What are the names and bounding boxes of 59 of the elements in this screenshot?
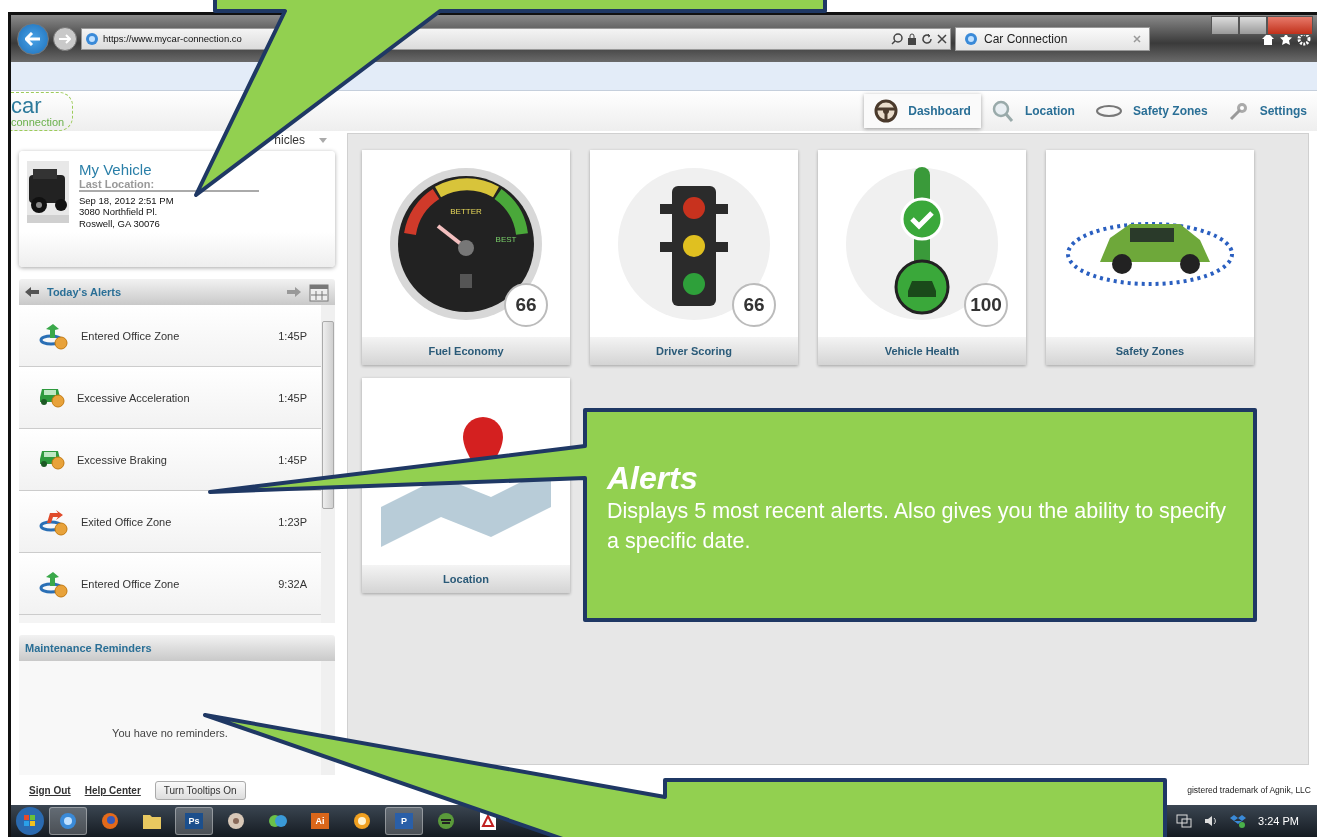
taskbar-button[interactable]: P [385,807,423,835]
nav-tab[interactable]: Location [980,94,1085,128]
clock: 3:24 PM [1258,815,1299,827]
location-text: Roswell, GA 30076 [79,217,161,230]
app-icon[interactable]: P [395,813,413,829]
nav-tab[interactable]: Dashboard [864,94,981,128]
logo-text: connection [11,116,65,128]
vehicle-name: My Vehicle [79,161,153,178]
alert-time: 1:45P [278,391,307,404]
tile-label: Location [362,565,570,593]
taskbar-button[interactable]: Ps [175,807,213,835]
footer-link[interactable]: Sign Out [29,784,71,796]
tab-title: Car Connection [984,31,1069,46]
score-badge: 66 [504,283,548,327]
alert-time: 1:45P [278,453,307,466]
alert-label: Entered Office Zone [81,329,181,342]
tile-label: Safety Zones [1046,337,1254,365]
alert-row[interactable]: Exited Office Zone 1:23P [19,491,321,553]
gauge-label: BEST [495,234,517,244]
panel-title: Today's Alerts [47,286,123,298]
vehicle-dropdown[interactable]: hicles [19,131,335,149]
app-icon[interactable]: Ai [311,813,329,829]
tile-label: Fuel Economy [362,337,570,365]
logo-text: car [11,94,43,117]
score-badge: 66 [732,283,776,327]
trademark-text: gistered trademark of Agnik, LLC [1187,785,1311,795]
empty-message: You have no reminders. [111,726,229,739]
url-text: https://www.mycar-connection.co [103,33,243,44]
browser-tab[interactable]: Car Connection [955,26,1150,51]
dashboard-tile[interactable]: 66 Driver Scoring [590,150,798,365]
alert-label: Excessive Braking [77,453,168,466]
callout-title: Alerts [607,462,699,496]
gauge-label: BETTER [450,206,482,216]
nav-tab[interactable]: Settings [1217,94,1317,128]
footer-link[interactable]: Help Center [84,784,141,796]
alert-time: 1:23P [278,515,307,528]
dashboard-tile[interactable]: BETTER BEST 66 Fuel Economy [362,150,570,365]
tooltips-button[interactable]: Turn Tooltips On [154,780,246,800]
location-text: 3080 Northfield Pl. [79,206,159,218]
tile-label: Vehicle Health [818,337,1026,365]
alert-label: Excessive Acceleration [77,391,191,404]
alert-row[interactable]: Excessive Acceleration 1:45P [19,367,321,429]
callout-text: Displays 5 most recent alerts. Also gives you the ability to specify a specific date. [607,497,1227,555]
alert-row[interactable]: Entered Office Zone 9:32A [19,553,321,615]
alert-label: Exited Office Zone [81,515,173,528]
panel-title: Maintenance Reminders [25,642,153,654]
nav-tab[interactable]: Safety Zones [1084,94,1218,128]
alert-row[interactable]: Excessive Braking 1:45P [19,429,321,491]
location-text: Sep 18, 2012 2:51 PM [79,195,175,207]
score-badge: 100 [964,283,1008,327]
tile-label: Driver Scoring [590,337,798,365]
alert-time: 9:32A [278,577,307,590]
dashboard-tile[interactable]: 100 Vehicle Health [818,150,1026,365]
dashboard-tile[interactable]: Safety Zones [1046,150,1254,365]
alert-row[interactable]: Entered Office Zone 1:45P [19,305,321,367]
app-icon[interactable]: Ps [185,813,203,829]
alert-time: 1:45P [278,329,307,342]
alert-label: Entered Office Zone [81,577,181,590]
taskbar-button[interactable]: Ai [301,807,339,835]
